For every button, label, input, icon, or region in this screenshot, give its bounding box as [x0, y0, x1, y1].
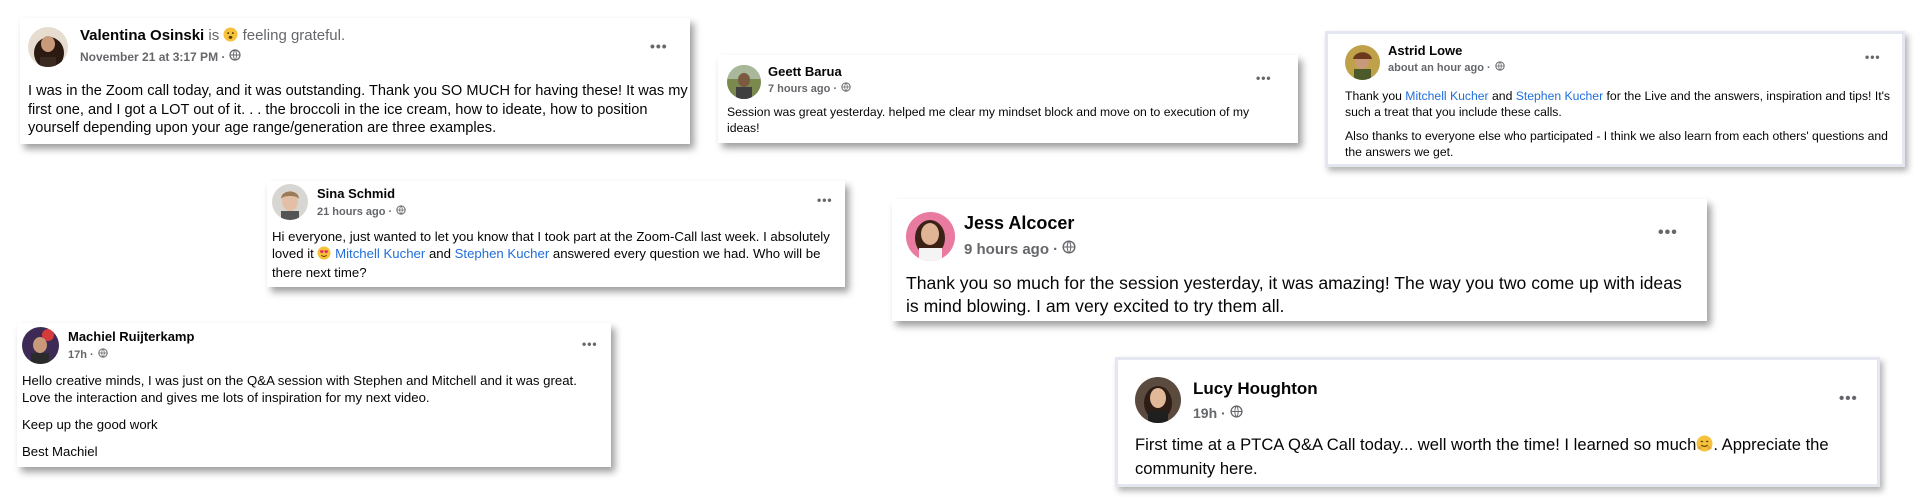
post-meta: 9 hours ago ·: [964, 240, 1076, 258]
mention-stephen-kucher[interactable]: Stephen Kucher: [455, 246, 550, 261]
comment-paragraph: Thank you Mitchell Kucher and Stephen Ku…: [1345, 89, 1891, 119]
post-meta: 21 hours ago ·: [317, 205, 406, 218]
avatar[interactable]: [1345, 45, 1380, 80]
post-meta: about an hour ago ·: [1388, 61, 1505, 74]
comment-body: Session was great yesterday. helped me c…: [727, 105, 1250, 135]
timestamp[interactable]: November 21 at 3:17 PM ·: [80, 50, 225, 64]
globe-icon: [1495, 61, 1505, 74]
post-meta: November 21 at 3:17 PM ·: [80, 49, 241, 64]
timestamp[interactable]: 9 hours ago ·: [964, 241, 1058, 258]
timestamp[interactable]: 21 hours ago ·: [317, 206, 392, 218]
mention-mitchell-kucher[interactable]: Mitchell Kucher: [1405, 89, 1488, 103]
author-link[interactable]: Valentina Osinski: [80, 27, 204, 44]
globe-icon: [229, 49, 241, 64]
hugging-emoji-icon: [1696, 435, 1713, 458]
feeling-text: feeling grateful.: [242, 27, 346, 44]
comment-body: Thank you Mitchell Kucher and Stephen Ku…: [1345, 89, 1895, 160]
author-name[interactable]: Astrid Lowe: [1388, 43, 1462, 58]
comment-body: Hello creative minds, I was just on the …: [22, 373, 602, 461]
globe-icon: [1062, 240, 1076, 258]
comment-card-valentina: Valentina Osinski is feeling grateful. N…: [20, 18, 690, 144]
author-name[interactable]: Geett Barua: [768, 64, 842, 79]
comment-body: First time at a PTCA Q&A Call today... w…: [1135, 435, 1829, 478]
more-options-button[interactable]: •••: [1865, 50, 1881, 64]
author-name[interactable]: Sina Schmid: [317, 186, 395, 201]
grateful-emoji-icon: [223, 27, 238, 46]
timestamp[interactable]: about an hour ago ·: [1388, 62, 1491, 74]
more-options-button[interactable]: •••: [650, 38, 668, 54]
avatar[interactable]: [22, 327, 59, 364]
avatar[interactable]: [28, 27, 68, 67]
globe-icon: [396, 205, 406, 218]
comment-card-lucy: Lucy Houghton 19h · ••• First time at a …: [1115, 357, 1880, 487]
comment-paragraph: Keep up the good work: [22, 416, 158, 432]
globe-icon: [98, 348, 108, 361]
timestamp[interactable]: 7 hours ago ·: [768, 83, 837, 95]
avatar[interactable]: [272, 184, 308, 220]
author-name[interactable]: Jess Alcocer: [964, 213, 1074, 234]
timestamp[interactable]: 19h ·: [1193, 405, 1226, 421]
comment-card-geett: Geett Barua 7 hours ago · ••• Session wa…: [718, 55, 1298, 143]
globe-icon: [1230, 405, 1243, 421]
comment-card-sina: Sina Schmid 21 hours ago · ••• Hi everyo…: [267, 181, 845, 287]
post-meta: 7 hours ago ·: [768, 82, 851, 95]
comment-body: I was in the Zoom call today, and it was…: [28, 83, 688, 137]
author-name: Valentina Osinski is feeling grateful.: [80, 27, 346, 46]
comment-paragraph: Hello creative minds, I was just on the …: [22, 373, 577, 405]
avatar[interactable]: [1135, 377, 1181, 423]
comment-card-astrid: Astrid Lowe about an hour ago · ••• Than…: [1325, 31, 1905, 167]
timestamp[interactable]: 17h ·: [68, 349, 94, 361]
more-options-button[interactable]: •••: [582, 337, 598, 351]
post-meta: 19h ·: [1193, 405, 1243, 421]
comment-paragraph: Also thanks to everyone else who partici…: [1345, 129, 1888, 159]
more-options-button[interactable]: •••: [817, 193, 833, 207]
avatar[interactable]: [906, 212, 955, 261]
author-name[interactable]: Machiel Ruijterkamp: [68, 329, 194, 344]
avatar[interactable]: [727, 65, 761, 99]
mention-mitchell-kucher[interactable]: Mitchell Kucher: [335, 246, 425, 261]
more-options-button[interactable]: •••: [1658, 224, 1678, 242]
comment-card-machiel: Machiel Ruijterkamp 17h · ••• Hello crea…: [17, 323, 611, 467]
comment-card-jess: Jess Alcocer 9 hours ago · ••• Thank you…: [892, 199, 1707, 321]
heart-eyes-emoji-icon: [317, 246, 332, 265]
more-options-button[interactable]: •••: [1256, 71, 1272, 85]
comment-body: Hi everyone, just wanted to let you know…: [272, 229, 830, 280]
more-options-button[interactable]: •••: [1839, 390, 1858, 407]
globe-icon: [841, 82, 851, 95]
mention-stephen-kucher[interactable]: Stephen Kucher: [1516, 89, 1603, 103]
post-meta: 17h ·: [68, 348, 108, 361]
author-name[interactable]: Lucy Houghton: [1193, 379, 1318, 399]
comment-body: Thank you so much for the session yester…: [906, 273, 1682, 316]
comment-paragraph: Best Machiel: [22, 443, 98, 459]
